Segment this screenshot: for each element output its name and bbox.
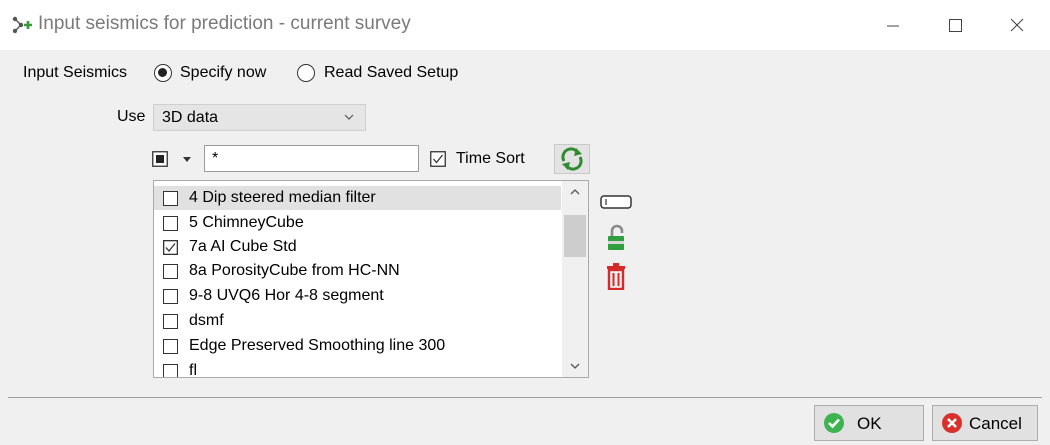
footer-separator [8, 397, 1042, 398]
refresh-icon[interactable] [554, 144, 590, 174]
title-bar: Input seismics for prediction - current … [0, 0, 1050, 50]
odin-plus-icon [12, 16, 32, 34]
cancel-button[interactable]: Cancel [932, 405, 1038, 441]
list-item[interactable]: dsmf [154, 309, 561, 333]
scroll-down-icon[interactable] [562, 355, 588, 377]
list-item-checkbox[interactable] [163, 314, 178, 329]
list-item-label: dsmf [189, 312, 224, 329]
chevron-down-icon [344, 114, 354, 120]
close-icon[interactable] [994, 8, 1040, 42]
list-item-checkbox[interactable] [163, 240, 178, 255]
delete-icon[interactable] [598, 262, 634, 290]
radio-read-saved-setup-label[interactable]: Read Saved Setup [324, 64, 458, 82]
list-item[interactable]: 4 Dip steered median filter [154, 186, 561, 210]
list-item-label: fl [189, 362, 197, 378]
list-item-label: 9-8 UVQ6 Hor 4-8 segment [189, 287, 384, 304]
list-item-label: 8a PorosityCube from HC-NN [189, 262, 400, 279]
radio-read-saved-setup[interactable] [297, 64, 315, 82]
list-item[interactable]: 5 ChimneyCube [154, 211, 561, 235]
list-item[interactable]: 7a AI Cube Std [154, 235, 561, 259]
list-item[interactable]: fl [154, 359, 561, 378]
rename-icon[interactable] [598, 188, 634, 216]
scrollbar-thumb[interactable] [564, 215, 586, 257]
list-item-checkbox[interactable] [163, 216, 178, 231]
seismic-list[interactable]: 4 Dip steered median filter 5 ChimneyCub… [153, 180, 589, 378]
use-select-value: 3D data [162, 109, 219, 126]
filter-input[interactable] [204, 145, 419, 172]
list-item-checkbox[interactable] [163, 289, 178, 304]
minimize-icon[interactable] [870, 8, 916, 42]
select-all-checkbox[interactable] [152, 151, 168, 167]
list-item-checkbox[interactable] [163, 191, 178, 206]
list-item-label: 5 ChimneyCube [189, 214, 304, 231]
cancel-button-label: Cancel [969, 414, 1022, 433]
list-item[interactable]: Edge Preserved Smoothing line 300 [154, 334, 561, 358]
window-title: Input seismics for prediction - current … [38, 13, 411, 34]
list-item-checkbox[interactable] [163, 364, 178, 377]
list-item-label: 7a AI Cube Std [189, 238, 297, 255]
maximize-icon[interactable] [932, 8, 978, 42]
unlock-icon[interactable] [598, 224, 634, 252]
list-item[interactable]: 8a PorosityCube from HC-NN [154, 259, 561, 283]
cancel-circle-icon [942, 413, 962, 433]
check-circle-icon [824, 413, 844, 433]
list-item[interactable]: 9-8 UVQ6 Hor 4-8 segment [154, 284, 561, 308]
input-seismics-label: Input Seismics [23, 64, 128, 81]
use-select[interactable]: 3D data [153, 104, 366, 131]
time-sort-label[interactable]: Time Sort [456, 150, 525, 168]
time-sort-checkbox[interactable] [430, 151, 446, 167]
ok-button-label: OK [857, 414, 882, 433]
list-item-label: 4 Dip steered median filter [189, 189, 376, 206]
ok-button[interactable]: OK [814, 405, 924, 441]
radio-specify-now-label[interactable]: Specify now [180, 64, 266, 82]
radio-specify-now[interactable] [154, 64, 172, 82]
list-scrollbar[interactable] [562, 181, 588, 377]
list-item-label: Edge Preserved Smoothing line 300 [189, 337, 446, 354]
scroll-up-icon[interactable] [562, 181, 588, 203]
use-label: Use [117, 108, 146, 125]
select-menu-arrow-icon[interactable] [182, 155, 192, 163]
list-item-checkbox[interactable] [163, 339, 178, 354]
list-item-checkbox[interactable] [163, 264, 178, 279]
